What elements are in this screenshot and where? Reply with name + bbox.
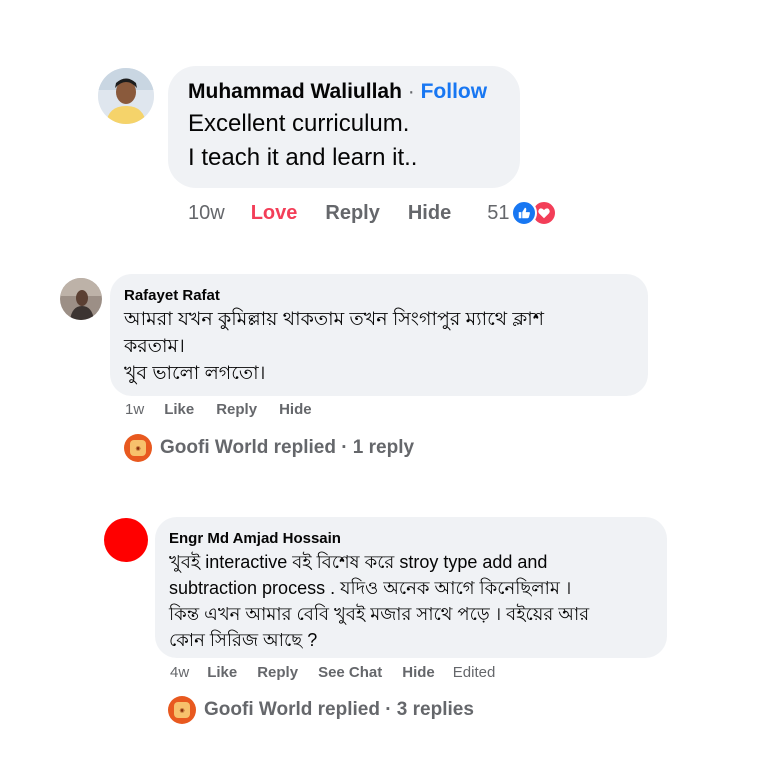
reply-button[interactable]: Reply <box>325 202 379 225</box>
reaction-summary[interactable]: 51 <box>487 200 558 226</box>
goofi-world-logo-icon: ◉ <box>124 434 152 462</box>
replies-summary: Goofi World replied · 1 reply <box>160 437 415 458</box>
comment-author[interactable]: Muhammad Waliullah <box>188 80 402 103</box>
follow-link[interactable]: Follow <box>421 80 488 103</box>
commenter-avatar[interactable] <box>60 278 102 320</box>
comment-actions: 4w Like Reply See Chat Hide Edited <box>170 661 495 683</box>
comment-line: খুবই interactive বই বিশেষ করে stroy type… <box>169 552 548 572</box>
replies-summary: Goofi World replied · 3 replies <box>204 699 474 720</box>
love-button[interactable]: Love <box>251 202 298 225</box>
goofi-world-logo-icon: ◉ <box>168 696 196 724</box>
comment-text: আমরা যখন কুমিল্লায় থাকতাম তখন সিংগাপুর … <box>124 306 634 387</box>
comment-bubble: Rafayet Rafat আমরা যখন কুমিল্লায় থাকতাম… <box>110 274 648 396</box>
comment-timestamp[interactable]: 10w <box>188 202 225 225</box>
view-replies-link[interactable]: ◉ Goofi World replied · 3 replies <box>168 695 474 725</box>
comment-line: কোন সিরিজ আছে ? <box>169 630 318 650</box>
reply-button[interactable]: Reply <box>216 401 257 418</box>
comment-bubble: Muhammad Waliullah · Follow Excellent cu… <box>168 66 520 188</box>
comment-text: খুবই interactive বই বিশেষ করে stroy type… <box>169 549 653 653</box>
comment-line: subtraction process . যদিও অনেক আগে কিনে… <box>169 578 572 598</box>
comment-line: I teach it and learn it.. <box>188 144 418 171</box>
comment-bubble: Engr Md Amjad Hossain খুবই interactive ব… <box>155 517 667 658</box>
person-photo-icon <box>60 278 102 320</box>
like-button[interactable]: Like <box>164 401 194 418</box>
commenter-avatar[interactable] <box>98 68 154 124</box>
commenter-avatar[interactable] <box>104 518 148 562</box>
comment-text: Excellent curriculum. I teach it and lea… <box>188 107 500 175</box>
person-photo-icon <box>98 68 154 124</box>
hide-button[interactable]: Hide <box>408 202 451 225</box>
comment-line: কিন্ত এখন আমার বেবি খুবই মজার সাথে পড়ে … <box>169 604 590 624</box>
comment-timestamp[interactable]: 4w <box>170 664 189 681</box>
hide-button[interactable]: Hide <box>279 401 312 418</box>
reply-button[interactable]: Reply <box>257 664 298 681</box>
comment-timestamp[interactable]: 1w <box>125 401 144 418</box>
comments-thread: Muhammad Waliullah · Follow Excellent cu… <box>0 0 768 768</box>
comment-line: Excellent curriculum. <box>188 110 410 137</box>
separator-dot: · <box>407 80 415 103</box>
comment-header: Muhammad Waliullah · Follow <box>188 79 500 105</box>
comment-line: করতাম। <box>124 336 185 357</box>
reaction-count: 51 <box>487 201 510 224</box>
view-replies-link[interactable]: ◉ Goofi World replied · 1 reply <box>124 433 414 463</box>
edited-label: Edited <box>452 663 496 681</box>
like-button[interactable]: Like <box>207 664 237 681</box>
comment-author[interactable]: Rafayet Rafat <box>124 286 634 306</box>
comment-author[interactable]: Engr Md Amjad Hossain <box>169 529 653 549</box>
thumbs-up-icon <box>511 200 538 226</box>
comment-line: খুব ভালো লগতো। <box>124 363 266 384</box>
comment-line: আমরা যখন কুমিল্লায় থাকতাম তখন সিংগাপুর … <box>124 309 544 330</box>
comment-actions: 10w Love Reply Hide 51 <box>188 198 558 228</box>
hide-button[interactable]: Hide <box>402 664 435 681</box>
see-chat-button[interactable]: See Chat <box>318 664 382 681</box>
comment-actions: 1w Like Reply Hide <box>125 398 312 420</box>
